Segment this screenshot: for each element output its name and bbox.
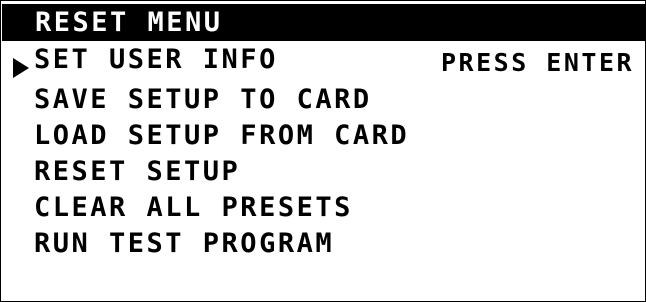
lcd-screen: RESET MENU SET USER INFO SAVE SETUP TO C… <box>0 0 646 302</box>
menu-item-clear-all-presets[interactable]: CLEAR ALL PRESETS <box>34 190 353 226</box>
menu-item-load-setup-from-card[interactable]: LOAD SETUP FROM CARD <box>34 118 409 154</box>
selection-cursor-icon <box>13 58 29 78</box>
title-bar: RESET MENU <box>2 4 645 41</box>
menu-title: RESET MENU <box>35 7 223 38</box>
menu-item-save-setup-to-card[interactable]: SAVE SETUP TO CARD <box>34 82 372 118</box>
press-enter-hint: PRESS ENTER <box>441 48 635 77</box>
menu-item-reset-setup[interactable]: RESET SETUP <box>34 154 240 190</box>
menu-item-run-test-program[interactable]: RUN TEST PROGRAM <box>34 226 334 262</box>
menu-item-set-user-info[interactable]: SET USER INFO <box>34 42 278 78</box>
